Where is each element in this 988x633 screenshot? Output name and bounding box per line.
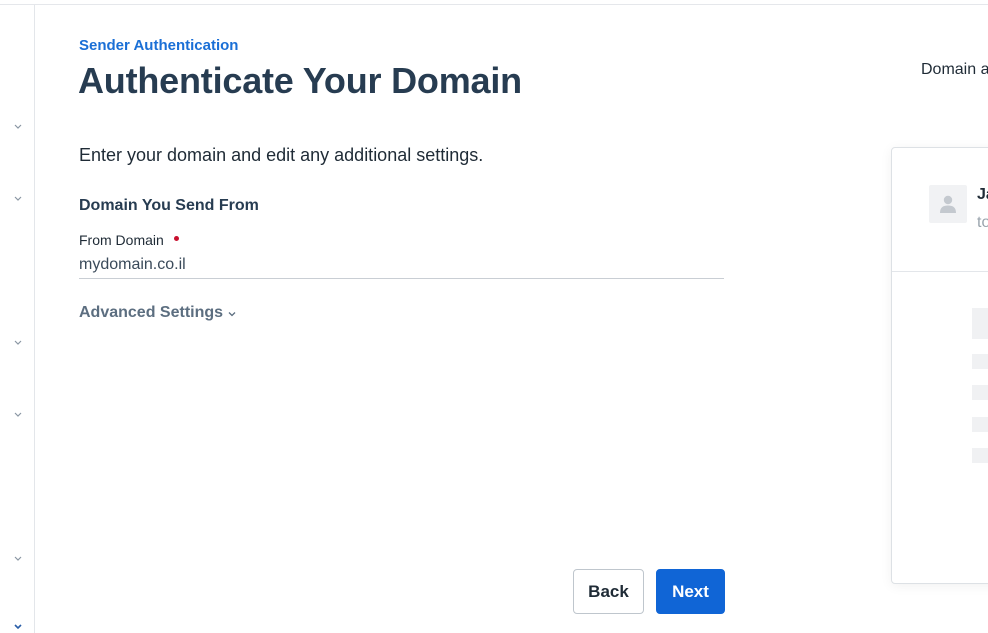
chevron-down-icon[interactable] xyxy=(11,336,25,350)
left-rail xyxy=(0,5,35,633)
skeleton-line xyxy=(972,448,988,463)
chevron-down-icon[interactable] xyxy=(11,120,25,134)
skeleton-line xyxy=(972,385,988,400)
chevron-down-icon xyxy=(228,312,236,317)
top-bar xyxy=(0,0,988,5)
section-heading: Domain You Send From xyxy=(79,197,259,214)
from-domain-label: From Domain xyxy=(79,232,164,248)
email-preview-card: Ja to xyxy=(891,147,988,584)
sender-name: Ja xyxy=(977,186,988,203)
recipient-line: to xyxy=(977,214,988,231)
breadcrumb[interactable]: Sender Authentication xyxy=(79,37,238,54)
skeleton-line xyxy=(972,417,988,432)
required-indicator xyxy=(174,236,179,241)
skeleton-block xyxy=(972,308,988,339)
chevron-down-icon[interactable] xyxy=(11,192,25,206)
divider xyxy=(892,271,988,272)
user-icon xyxy=(940,195,956,213)
from-domain-input[interactable] xyxy=(79,252,724,279)
skeleton-line xyxy=(972,354,988,369)
back-button[interactable]: Back xyxy=(573,569,644,614)
advanced-settings-label: Advanced Settings xyxy=(79,304,224,321)
preview-heading: Domain a xyxy=(921,61,988,78)
avatar xyxy=(929,185,967,223)
chevron-down-icon[interactable] xyxy=(11,620,25,633)
page: Sender Authentication Authenticate Your … xyxy=(0,0,988,633)
next-button[interactable]: Next xyxy=(656,569,725,614)
page-title: Authenticate Your Domain xyxy=(78,60,522,101)
intro-text: Enter your domain and edit any additiona… xyxy=(79,145,484,165)
advanced-settings-toggle[interactable]: Advanced Settings xyxy=(79,304,237,322)
chevron-down-icon[interactable] xyxy=(11,552,25,566)
chevron-down-icon[interactable] xyxy=(11,408,25,422)
